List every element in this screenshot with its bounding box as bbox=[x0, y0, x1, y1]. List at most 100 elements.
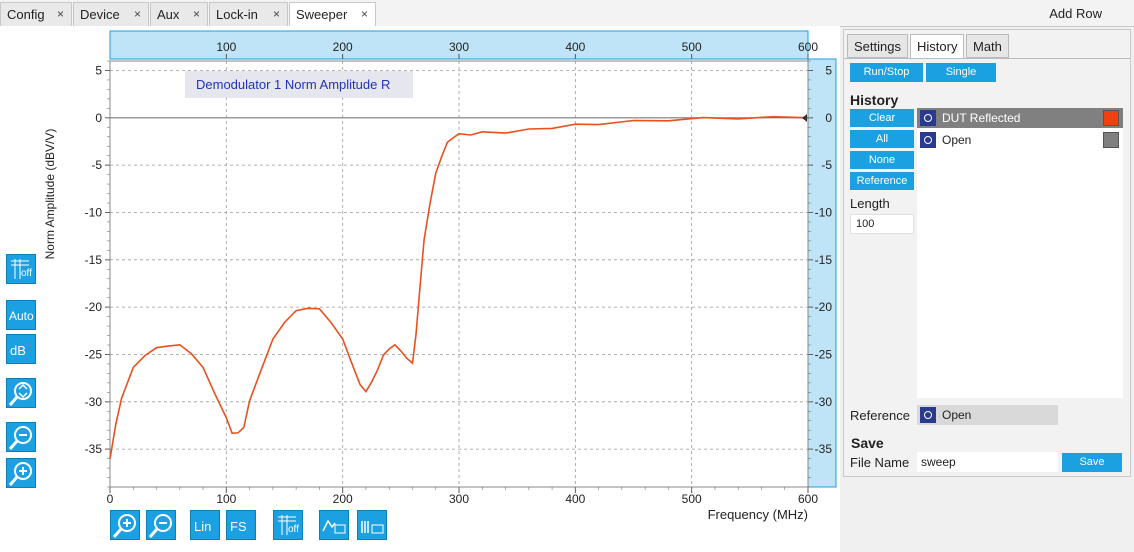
y-tick-label: -15 bbox=[85, 253, 103, 267]
x-tick-label: 300 bbox=[449, 492, 469, 506]
data-folder-icon bbox=[361, 521, 384, 534]
x-tick-label: 600 bbox=[798, 492, 818, 506]
top-tick-label: 600 bbox=[798, 40, 818, 54]
file-name-label: File Name bbox=[850, 455, 910, 470]
history-item-label: Open bbox=[942, 133, 972, 147]
close-icon[interactable]: × bbox=[134, 7, 141, 21]
auto-scale-button[interactable]: Auto bbox=[6, 300, 36, 330]
length-input[interactable]: 100 bbox=[850, 214, 914, 234]
grid-off-button[interactable]: off bbox=[6, 254, 36, 284]
tab-label: Aux bbox=[157, 7, 180, 22]
tab-label: Device bbox=[80, 7, 120, 22]
y-axis-label: Norm Amplitude (dBV/V) bbox=[43, 129, 57, 260]
history-heading: History bbox=[850, 92, 899, 108]
export-data-button[interactable] bbox=[357, 510, 387, 540]
chart-folder-icon bbox=[322, 519, 346, 534]
all-button[interactable]: All bbox=[850, 130, 914, 148]
reference-value: Open bbox=[942, 408, 972, 422]
x-tick-label: 500 bbox=[682, 492, 702, 506]
tab-history[interactable]: History bbox=[910, 34, 965, 59]
history-item[interactable]: Open bbox=[917, 130, 1123, 150]
right-tick-label: -25 bbox=[815, 347, 833, 361]
y-tick-label: -20 bbox=[85, 300, 103, 314]
zoom-out-icon bbox=[148, 514, 172, 538]
x-grid-off-button[interactable]: off bbox=[273, 510, 303, 540]
zoom-in-button[interactable] bbox=[6, 458, 36, 488]
legend-text: Demodulator 1 Norm Amplitude R bbox=[196, 77, 390, 92]
y-tick-label: -30 bbox=[85, 395, 103, 409]
zoom-out-icon bbox=[8, 426, 32, 450]
close-icon[interactable]: × bbox=[193, 7, 200, 21]
right-tick-label: -30 bbox=[815, 395, 833, 409]
y-tick-label: -25 bbox=[85, 347, 103, 361]
save-button[interactable]: Save bbox=[1062, 453, 1122, 472]
grid-off-label: off bbox=[21, 268, 32, 279]
zoom-fit-button[interactable] bbox=[6, 378, 36, 408]
y-tick-label: -5 bbox=[91, 158, 102, 172]
tab-device[interactable]: Device × bbox=[73, 2, 149, 26]
db-button[interactable]: dB bbox=[6, 334, 36, 364]
single-button[interactable]: Single bbox=[926, 63, 996, 82]
save-heading: Save bbox=[851, 435, 884, 451]
y-tick-label: -35 bbox=[85, 442, 103, 456]
history-item-label: DUT Reflected bbox=[942, 111, 1021, 125]
x-tick-label: 200 bbox=[333, 492, 353, 506]
x-zoom-out-button[interactable] bbox=[146, 510, 176, 540]
add-row-button[interactable]: Add Row bbox=[1049, 6, 1102, 21]
lin-scale-button[interactable]: Lin bbox=[190, 510, 220, 540]
file-name-input[interactable]: sweep bbox=[917, 452, 1058, 472]
visibility-icon[interactable] bbox=[920, 110, 936, 126]
right-tick-label: 5 bbox=[825, 63, 832, 77]
reference-select[interactable]: Open bbox=[917, 405, 1058, 425]
export-plot-button[interactable] bbox=[319, 510, 349, 540]
clear-button[interactable]: Clear bbox=[850, 109, 914, 127]
visibility-icon[interactable] bbox=[920, 132, 936, 148]
history-item[interactable]: DUT Reflected bbox=[917, 108, 1123, 128]
tab-math[interactable]: Math bbox=[966, 34, 1009, 58]
close-icon[interactable]: × bbox=[273, 7, 280, 21]
fs-button[interactable]: FS bbox=[226, 510, 256, 540]
fs-label: FS bbox=[230, 519, 247, 534]
visibility-icon bbox=[920, 407, 936, 423]
right-tick-label: -10 bbox=[815, 205, 833, 219]
none-button[interactable]: None bbox=[850, 151, 914, 169]
tab-aux[interactable]: Aux × bbox=[150, 2, 208, 26]
tab-label: Config bbox=[7, 7, 45, 22]
lin-label: Lin bbox=[194, 519, 212, 534]
right-tick-label: -5 bbox=[821, 158, 832, 172]
close-icon[interactable]: × bbox=[57, 7, 64, 21]
tab-config[interactable]: Config × bbox=[0, 2, 72, 26]
tab-label: Lock-in bbox=[216, 7, 258, 22]
right-tick-label: 0 bbox=[825, 111, 832, 125]
y-tick-label: 5 bbox=[95, 63, 102, 77]
x-tick-label: 0 bbox=[107, 492, 114, 506]
tab-settings[interactable]: Settings bbox=[847, 34, 908, 58]
tab-lock-in[interactable]: Lock-in × bbox=[209, 2, 288, 26]
zoom-in-icon bbox=[112, 514, 136, 538]
color-swatch[interactable] bbox=[1103, 110, 1119, 126]
reference-label: Reference bbox=[850, 408, 910, 423]
auto-label: Auto bbox=[9, 309, 34, 323]
plot-svg[interactable]: 0 100 200 300 400 500 600 100 200 300 400 500 600 5… bbox=[0, 26, 840, 552]
reference-button[interactable]: Reference bbox=[850, 172, 914, 190]
close-icon[interactable]: × bbox=[361, 7, 368, 21]
x-zoom-in-button[interactable] bbox=[110, 510, 140, 540]
top-tick-label: 500 bbox=[682, 40, 702, 54]
tab-sweeper[interactable]: Sweeper × bbox=[289, 2, 376, 27]
y-tick-label: 0 bbox=[95, 111, 102, 125]
length-label: Length bbox=[850, 196, 890, 211]
zoom-fit-icon bbox=[8, 382, 32, 406]
zoom-in-icon bbox=[8, 462, 32, 486]
tab-bar: Config × Device × Aux × Lock-in × Sweeper × A… bbox=[0, 0, 1134, 27]
right-tick-label: -15 bbox=[815, 253, 833, 267]
db-label: dB bbox=[10, 343, 26, 358]
history-list: DUT Reflected Open bbox=[917, 108, 1123, 398]
zoom-out-button[interactable] bbox=[6, 422, 36, 452]
grid-off-label: off bbox=[288, 524, 299, 535]
right-panel: Settings History Math Run/Stop Single Hi… bbox=[843, 29, 1131, 477]
tab-label: Sweeper bbox=[296, 7, 348, 22]
right-tick-label: -35 bbox=[815, 442, 833, 456]
run-stop-button[interactable]: Run/Stop bbox=[850, 63, 923, 82]
right-tick-label: -20 bbox=[815, 300, 833, 314]
color-swatch[interactable] bbox=[1103, 132, 1119, 148]
